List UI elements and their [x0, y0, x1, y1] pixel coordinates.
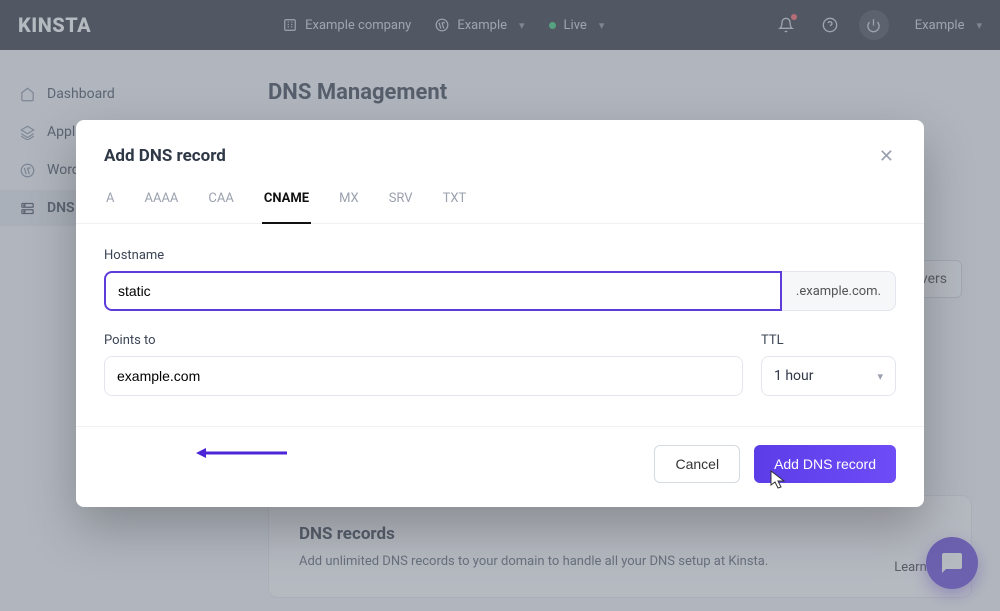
- modal-title: Add DNS record: [104, 146, 226, 167]
- tab-srv[interactable]: SRV: [387, 181, 415, 223]
- ttl-select[interactable]: 1 hour ▾: [761, 356, 896, 396]
- add-dns-record-modal: Add DNS record ✕ A AAAA CAA CNAME MX SRV…: [76, 120, 924, 507]
- chevron-down-icon: ▾: [877, 370, 883, 383]
- points-to-input[interactable]: [104, 356, 743, 396]
- tab-caa[interactable]: CAA: [206, 181, 235, 223]
- close-icon[interactable]: ✕: [879, 146, 894, 167]
- hostname-input[interactable]: [104, 271, 782, 311]
- tab-cname[interactable]: CNAME: [262, 181, 311, 224]
- tab-aaaa[interactable]: AAAA: [142, 181, 180, 223]
- modal-overlay: Add DNS record ✕ A AAAA CAA CNAME MX SRV…: [0, 0, 1000, 611]
- ttl-label: TTL: [761, 333, 896, 348]
- record-type-tabs: A AAAA CAA CNAME MX SRV TXT: [76, 181, 924, 224]
- tab-a[interactable]: A: [104, 181, 116, 223]
- hostname-label: Hostname: [104, 248, 896, 263]
- points-to-label: Points to: [104, 333, 743, 348]
- ttl-value: 1 hour: [774, 368, 814, 384]
- cancel-button[interactable]: Cancel: [654, 445, 740, 483]
- hostname-suffix: .example.com.: [782, 271, 896, 311]
- tab-mx[interactable]: MX: [337, 181, 361, 223]
- add-dns-record-button[interactable]: Add DNS record: [754, 445, 896, 483]
- tab-txt[interactable]: TXT: [441, 181, 469, 223]
